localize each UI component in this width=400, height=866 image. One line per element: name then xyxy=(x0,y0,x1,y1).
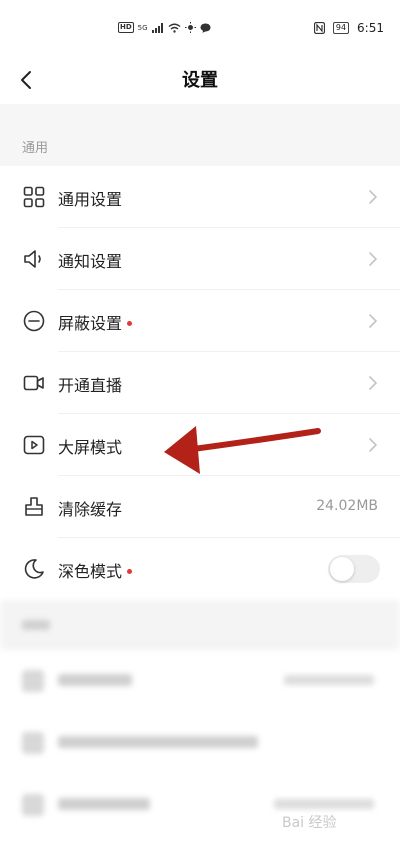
cache-size-value: 24.02MB xyxy=(316,498,378,514)
nfc-icon xyxy=(313,22,325,34)
watermark: Bai 经验 xyxy=(282,815,337,831)
play-screen-icon xyxy=(23,435,45,455)
wifi-icon xyxy=(168,23,181,33)
settings-item-label: 清除缓存 xyxy=(58,500,123,519)
navigation-header: 设置 xyxy=(0,56,400,105)
settings-item-label: 通用设置 xyxy=(58,190,123,209)
settings-item-dark-mode[interactable]: 深色模式 xyxy=(0,538,400,600)
settings-item-notifications[interactable]: 通知设置 xyxy=(0,228,400,290)
hd-badge: HD xyxy=(118,22,134,33)
notification-badge xyxy=(127,321,133,326)
page-title: 设置 xyxy=(182,70,218,91)
notification-badge xyxy=(127,569,133,574)
message-icon xyxy=(200,23,211,33)
settings-item-label: 屏蔽设置 xyxy=(58,314,123,333)
chevron-right-icon xyxy=(369,252,378,266)
signal-label: 5G xyxy=(137,23,148,32)
settings-list: 通用设置 通知设置 屏蔽设置 开通直播 大屏模式 清除缓存 24.02MB 深色… xyxy=(0,166,400,600)
chevron-right-icon xyxy=(369,376,378,390)
chevron-right-icon xyxy=(369,314,378,328)
settings-item-label: 开通直播 xyxy=(58,376,123,395)
blurred-section-header xyxy=(0,600,400,650)
blurred-row xyxy=(0,712,400,774)
settings-item-label: 通知设置 xyxy=(58,252,123,271)
brightness-icon xyxy=(184,22,196,33)
broom-icon xyxy=(25,497,43,516)
blurred-row xyxy=(0,650,400,712)
settings-item-label: 大屏模式 xyxy=(58,438,123,457)
block-icon xyxy=(23,310,45,332)
settings-item-label-wrap: 深色模式 xyxy=(58,558,133,582)
section-title: 通用 xyxy=(22,141,49,156)
status-bar: HD 5G 94 6:51 xyxy=(0,0,400,56)
toggle-knob xyxy=(330,557,354,581)
chevron-right-icon xyxy=(369,190,378,204)
settings-item-large-screen[interactable]: 大屏模式 xyxy=(0,414,400,476)
settings-item-clear-cache[interactable]: 清除缓存 24.02MB xyxy=(0,476,400,538)
dark-mode-toggle[interactable] xyxy=(328,555,380,583)
settings-item-label: 深色模式 xyxy=(58,562,123,581)
clock: 6:51 xyxy=(357,21,384,35)
status-icons-left: HD 5G xyxy=(118,22,211,33)
video-camera-icon xyxy=(23,375,44,391)
grid-icon xyxy=(23,186,45,208)
moon-icon xyxy=(24,559,44,579)
settings-item-label-wrap: 屏蔽设置 xyxy=(58,310,133,334)
signal-icon xyxy=(151,22,163,33)
settings-item-block[interactable]: 屏蔽设置 xyxy=(0,290,400,352)
section-header-general: 通用 xyxy=(0,104,400,166)
battery-indicator: 94 xyxy=(332,22,350,34)
blurred-row xyxy=(0,774,400,836)
status-icons-right: 94 6:51 xyxy=(313,21,384,35)
settings-item-live[interactable]: 开通直播 xyxy=(0,352,400,414)
speaker-icon xyxy=(24,250,41,268)
chevron-right-icon xyxy=(369,438,378,452)
blurred-content xyxy=(0,600,400,866)
settings-item-general[interactable]: 通用设置 xyxy=(0,166,400,228)
